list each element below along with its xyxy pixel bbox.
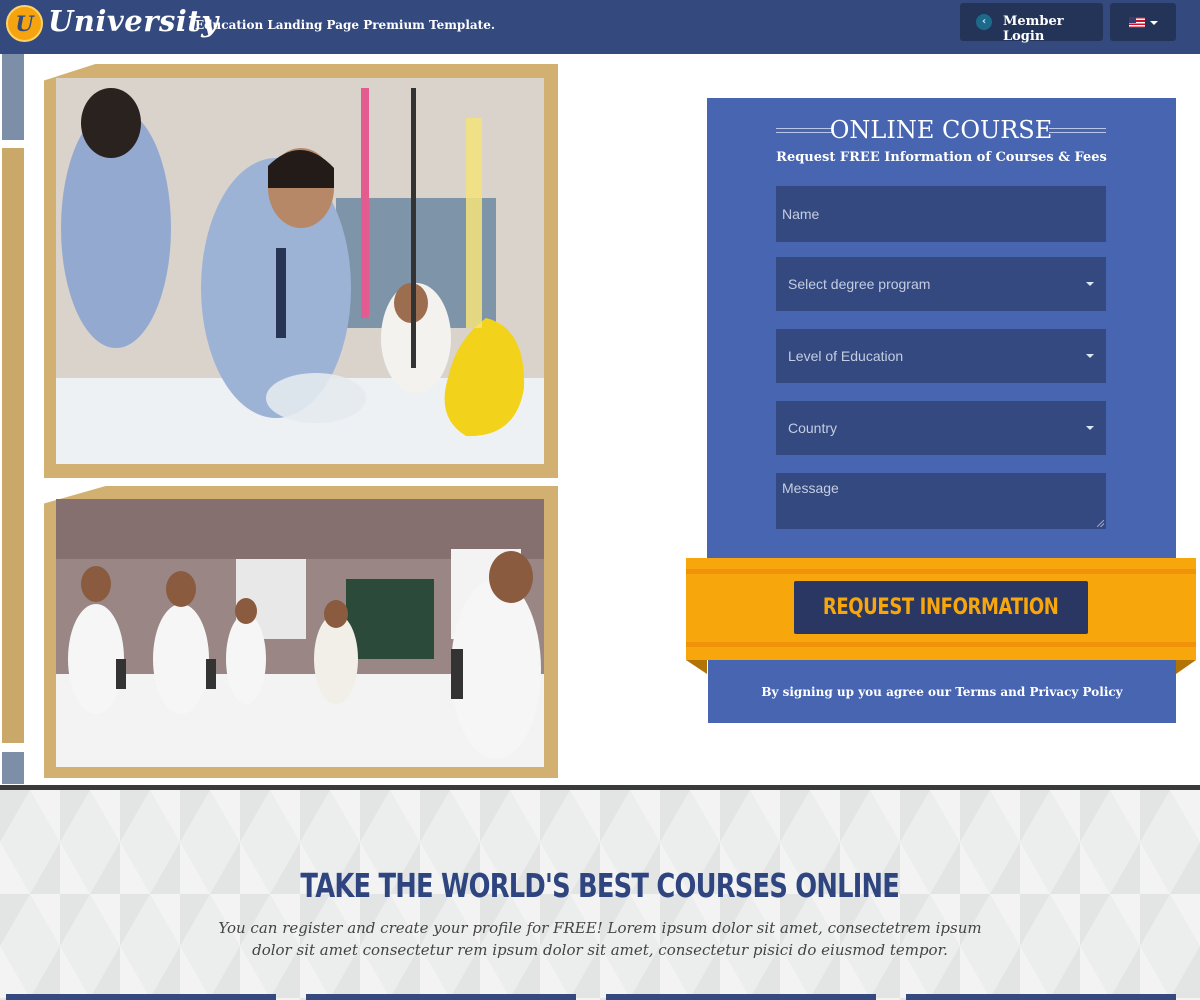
logo-icon[interactable]: U: [6, 5, 43, 42]
microscope-class-illustration: [56, 499, 544, 767]
form-subtitle: Request FREE Information of Courses & Fe…: [776, 150, 1107, 165]
degree-placeholder: Select degree program: [788, 276, 931, 292]
education-level-select[interactable]: Level of Education: [776, 329, 1106, 383]
chevron-left-icon: ‹: [976, 14, 992, 30]
left-strip-block: [2, 54, 24, 140]
country-select[interactable]: Country: [776, 401, 1106, 455]
caret-down-icon: [1086, 354, 1094, 358]
country-placeholder: Country: [788, 420, 838, 436]
language-dropdown[interactable]: [1110, 3, 1176, 41]
degree-program-select[interactable]: Select degree program: [776, 257, 1106, 311]
ribbon-stripe: [686, 569, 1196, 574]
caret-down-icon: [1150, 21, 1158, 25]
tagline: Education Landing Page Premium Template.: [195, 18, 496, 32]
course-card[interactable]: [6, 994, 276, 1000]
course-card[interactable]: [606, 994, 876, 1000]
form-title-row: ONLINE COURSE: [776, 116, 1106, 146]
left-strip-block: [2, 148, 24, 743]
lab-students-illustration: [56, 78, 544, 464]
message-textarea[interactable]: Message: [776, 473, 1106, 529]
course-card[interactable]: [906, 994, 1176, 1000]
us-flag-icon: [1129, 17, 1145, 28]
title-decoration: [1049, 128, 1106, 133]
resize-handle-icon[interactable]: [1097, 520, 1104, 527]
caret-down-icon: [1086, 282, 1094, 286]
section-title-text: TAKE THE WORLD'S BEST COURSES ONLINE: [300, 866, 900, 905]
section-title: TAKE THE WORLD'S BEST COURSES ONLINE: [0, 866, 1200, 905]
member-login-button[interactable]: ‹ Member Login: [960, 3, 1103, 44]
member-login-label: Member Login: [1003, 14, 1064, 44]
ribbon-stripe: [686, 642, 1196, 647]
lab-students-photo: [56, 78, 544, 464]
caret-down-icon: [1086, 426, 1094, 430]
name-placeholder: Name: [782, 206, 820, 222]
request-button-label: Request Information: [823, 595, 1059, 620]
section-description: You can register and create your profile…: [218, 919, 982, 959]
brand-name[interactable]: University: [48, 4, 219, 38]
top-navbar: U University Education Landing Page Prem…: [0, 0, 1200, 54]
request-information-button[interactable]: Request Information: [794, 581, 1088, 634]
microscope-class-photo: [56, 499, 544, 767]
left-strip-block: [2, 752, 24, 784]
level-placeholder: Level of Education: [788, 348, 904, 364]
terms-agreement[interactable]: By signing up you agree our Terms and Pr…: [708, 685, 1176, 699]
name-field[interactable]: Name: [776, 186, 1106, 242]
message-placeholder: Message: [782, 480, 839, 496]
course-card[interactable]: [306, 994, 576, 1000]
